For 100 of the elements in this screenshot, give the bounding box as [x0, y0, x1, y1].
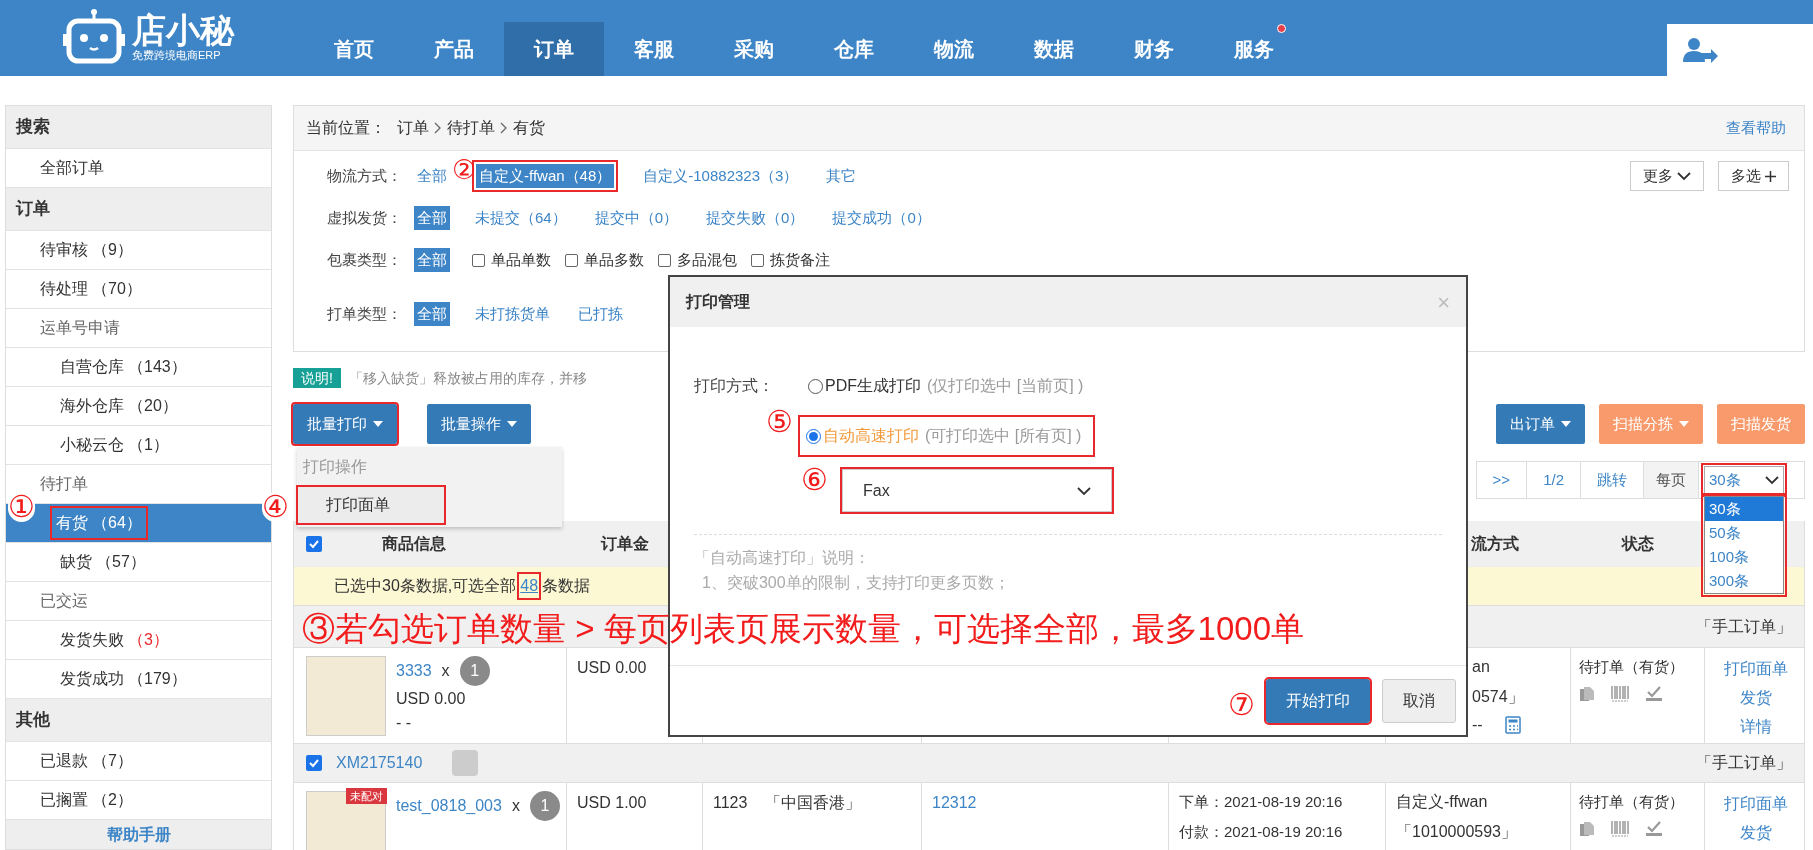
dialog-button[interactable]: 开始打印 [1266, 678, 1370, 723]
nav-tab[interactable]: 首页 [304, 22, 404, 76]
sidebar-section-title: 订单 [6, 188, 271, 231]
nav-tab[interactable]: 物流 [904, 22, 1004, 76]
per-page-option[interactable]: 300条 [1705, 569, 1783, 593]
batch-button[interactable]: 批量打印 [293, 404, 397, 444]
nav-tab[interactable]: 数据 [1004, 22, 1104, 76]
caret-icon [1679, 420, 1689, 428]
filter-option[interactable]: 未提交（64） [472, 205, 570, 231]
action-link[interactable]: 打印面单 [1723, 654, 1788, 683]
checkbox-label[interactable]: 拣货备注 [770, 248, 830, 272]
checkbox[interactable] [565, 253, 578, 267]
filter-option[interactable]: 提交失败（0） [703, 205, 808, 231]
check-stamp-icon[interactable] [1645, 686, 1663, 702]
toolbar-button[interactable]: 扫描发货 [1717, 404, 1805, 444]
action-link[interactable]: 详情 [1739, 712, 1772, 741]
sidebar-item[interactable]: 已退款 （7） [6, 742, 271, 781]
nav-tab[interactable]: 订单 [504, 22, 604, 76]
sidebar-item[interactable]: 待处理 （70） [6, 270, 271, 309]
quantity-badge: 1 [529, 791, 560, 821]
filter-option[interactable]: 其它 [823, 163, 860, 189]
caret-icon [1561, 420, 1571, 428]
annotation-text: ④ [262, 492, 289, 522]
filter-option[interactable]: 提交中（0） [591, 205, 682, 231]
buyer-info: 1123 [713, 793, 748, 813]
checkbox-label[interactable]: 多品混包 [677, 248, 737, 272]
tracking-number[interactable]: 12312 [932, 794, 977, 811]
filter-option[interactable]: 全部 [414, 163, 450, 189]
quantity-badge: 1 [459, 656, 490, 686]
per-page-option[interactable]: 50条 [1705, 521, 1783, 545]
nav-tab[interactable]: 客服 [604, 22, 704, 76]
checkbox-label[interactable]: 单品多数 [584, 248, 644, 272]
order-amount: USD 1.00 [577, 793, 648, 813]
radio-label[interactable]: 自动高速打印 [823, 424, 919, 448]
per-page-select[interactable]: 30条 [1704, 466, 1784, 494]
quantity-multiplier: x [441, 661, 450, 681]
breadcrumb-item[interactable]: 待打单 [447, 116, 495, 140]
nav-tab[interactable]: 服务 [1204, 22, 1304, 76]
help-link[interactable]: 查看帮助 [1726, 116, 1786, 140]
checkbox[interactable] [306, 755, 322, 771]
per-page-option[interactable]: 30条 [1705, 497, 1783, 521]
nav-tab[interactable]: 仓库 [804, 22, 904, 76]
product-sku[interactable]: test_0818_003 [396, 793, 502, 819]
nav-tab[interactable]: 产品 [404, 22, 504, 76]
filter-option[interactable]: 全部 [414, 247, 450, 273]
copy-icon[interactable] [1579, 821, 1595, 837]
toolbar-button[interactable]: 出订单 [1496, 404, 1585, 444]
sidebar-item[interactable]: 自营仓库 （143） [6, 348, 271, 387]
cell-text: 自定义-ffwan [1396, 792, 1489, 812]
action-link[interactable]: 发货 [1739, 818, 1772, 847]
user-icon[interactable] [1683, 37, 1719, 63]
calculator-icon[interactable] [1504, 716, 1521, 734]
sidebar-item[interactable]: 海外仓库 （20） [6, 387, 271, 426]
sidebar-item: 已交运 [6, 582, 271, 621]
checkbox[interactable] [306, 535, 322, 552]
pagination-button[interactable]: >> [1475, 461, 1528, 499]
check-stamp-icon[interactable] [1645, 821, 1663, 837]
menu-item[interactable]: 打印面单 [298, 487, 444, 523]
toolbar-button[interactable]: 扫描分拣 [1599, 404, 1703, 444]
help-link[interactable]: 帮助手册 [6, 820, 271, 849]
product-sku[interactable]: 3333 [396, 658, 432, 684]
product-note: - - [396, 713, 413, 733]
filter-button[interactable]: 更多 [1630, 161, 1704, 191]
filter-option[interactable]: 自定义-10882323（3） [640, 163, 802, 189]
select-all-link[interactable]: 48 [519, 574, 540, 598]
dialog-button[interactable]: 取消 [1382, 678, 1456, 723]
sidebar-item[interactable]: 小秘云仓 （1） [6, 426, 271, 465]
filter-button[interactable]: 多选 [1718, 161, 1789, 191]
sidebar-item: 运单号申请 [6, 309, 271, 348]
checkbox[interactable] [658, 253, 671, 267]
per-page-option[interactable]: 100条 [1705, 545, 1783, 569]
printer-select[interactable]: Fax [842, 469, 1112, 512]
batch-button[interactable]: 批量操作 [427, 404, 531, 444]
filter-option[interactable]: 未打拣货单 [472, 301, 553, 327]
nav-tab[interactable]: 财务 [1104, 22, 1204, 76]
radio-label[interactable]: PDF生成打印 [825, 374, 921, 398]
checkbox-label[interactable]: 单品单数 [491, 248, 551, 272]
sidebar-item[interactable]: 发货失败 （3） [6, 621, 271, 660]
sidebar-item[interactable]: 缺货 （57） [6, 543, 271, 582]
checkbox[interactable] [751, 253, 764, 267]
chevron-down-icon [1077, 485, 1091, 496]
action-link[interactable]: 打印面单 [1723, 789, 1788, 818]
per-page-options[interactable]: 30条 50条 100条 300条 [1704, 496, 1784, 594]
radio-note: (仅打印选中 [当前页] ) [927, 376, 1084, 396]
order-source: 「手工订单」 [1696, 753, 1792, 773]
nav-tab[interactable]: 采购 [704, 22, 804, 76]
breadcrumb-item[interactable]: 订单 [397, 116, 429, 140]
buyer-info: 「中国香港」 [765, 793, 862, 813]
filter-option[interactable]: 提交成功（0） [829, 205, 934, 231]
copy-icon[interactable] [1579, 686, 1595, 702]
filter-option[interactable]: 已打拣 [575, 301, 626, 327]
filter-option[interactable]: 全部 [414, 205, 450, 231]
sidebar-item[interactable]: 待审核 （9） [6, 231, 271, 270]
filter-option[interactable]: 全部 [414, 301, 450, 327]
checkbox[interactable] [472, 253, 485, 267]
brand-name: 店小秘 [132, 13, 234, 47]
action-link[interactable]: 发货 [1739, 683, 1772, 712]
notice-badge: 说明! [293, 368, 341, 388]
order-number[interactable]: XM2175140 [336, 751, 423, 775]
dialog-note: 「自动高速打印」说明： [694, 548, 871, 568]
